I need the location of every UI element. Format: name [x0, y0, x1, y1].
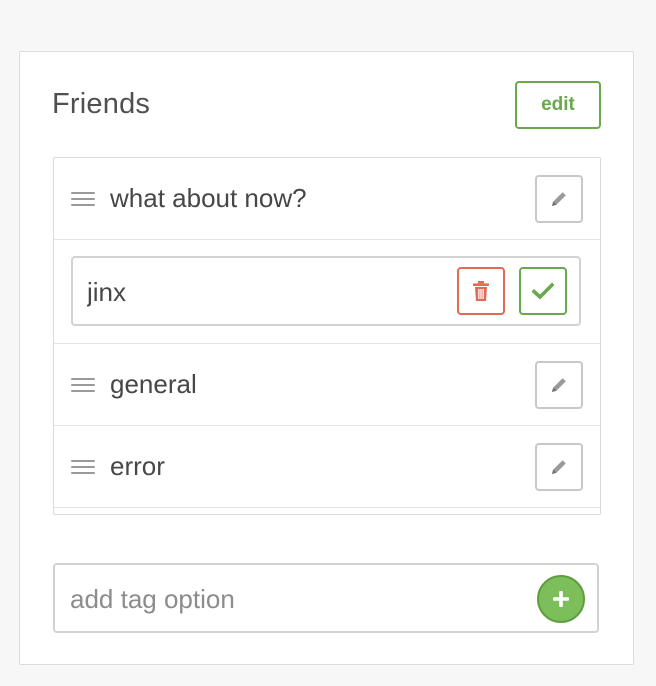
- add-tag-input[interactable]: [70, 582, 510, 616]
- tags-panel: Friends edit what about now? jinx genera…: [19, 51, 634, 665]
- tag-label: general: [110, 369, 197, 399]
- check-icon: [532, 282, 554, 300]
- tag-label: error: [110, 451, 165, 481]
- confirm-tag-button[interactable]: [519, 267, 567, 315]
- tag-row: what about now?: [54, 158, 600, 240]
- tag-row: general: [54, 344, 600, 426]
- add-tag-field: [53, 563, 599, 633]
- drag-handle-icon[interactable]: [71, 378, 95, 392]
- drag-handle-icon[interactable]: [71, 460, 95, 474]
- edit-tag-button[interactable]: [535, 443, 583, 491]
- plus-icon: [553, 591, 569, 607]
- pencil-icon: [552, 192, 566, 206]
- panel-title: Friends: [52, 88, 151, 120]
- pencil-icon: [552, 460, 566, 474]
- delete-tag-button[interactable]: [457, 267, 505, 315]
- tag-list: what about now? jinx general error: [53, 157, 601, 515]
- drag-handle-icon[interactable]: [71, 192, 95, 206]
- tag-name-input[interactable]: [87, 274, 437, 310]
- edit-tag-button[interactable]: [535, 361, 583, 409]
- edit-button[interactable]: edit: [515, 81, 601, 129]
- pencil-icon: [552, 378, 566, 392]
- trash-icon: [473, 281, 489, 301]
- tag-row-editing: [54, 240, 600, 344]
- tag-label: what about now?: [110, 183, 307, 213]
- add-tag-button[interactable]: [537, 575, 585, 623]
- tag-row: error: [54, 426, 600, 508]
- tag-edit-field: [71, 256, 581, 326]
- edit-tag-button[interactable]: [535, 175, 583, 223]
